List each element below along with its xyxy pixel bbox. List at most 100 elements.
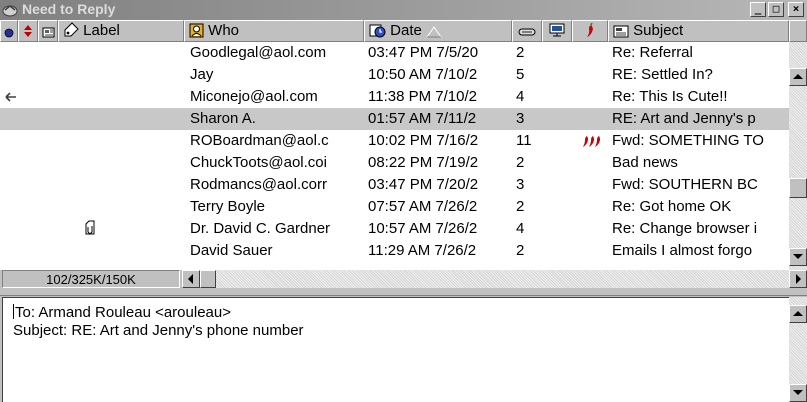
message-row[interactable]: David Sauer 11:29 AM 7/26/2 2 Emails I almo… (0, 240, 789, 262)
attachment-cell (84, 64, 104, 86)
mood-cell (582, 64, 606, 86)
priority-column-header[interactable] (18, 20, 38, 42)
size-cell: 3 (516, 110, 525, 127)
preview-to-text: To: Armand Rouleau <arouleau> (15, 304, 231, 321)
text-caret (13, 304, 14, 319)
mood-cell (582, 174, 606, 196)
who-column-header[interactable]: Who (184, 20, 364, 42)
header-filler (789, 20, 807, 42)
subject-cell: Emails I almost forgo (612, 242, 753, 259)
subject-envelope-icon (613, 25, 629, 38)
subject-column-header[interactable]: Subject (608, 20, 789, 42)
close-button[interactable]: × (788, 2, 804, 17)
preview-scroll-down-button[interactable] (789, 384, 807, 402)
date-cell: 10:57 AM 7/26/2 (368, 220, 478, 237)
message-row[interactable]: Terry Boyle 07:57 AM 7/26/2 2 Re: Got home … (0, 196, 789, 218)
scroll-down-button[interactable] (789, 248, 807, 266)
message-row[interactable]: Dr. David C. Gardner 10:57 AM 7/26/2 4 Re: … (0, 218, 789, 240)
mailbox-size-status: 102/325K/150K (2, 270, 180, 288)
arrow-down-icon (793, 390, 803, 395)
size-cell: 4 (516, 88, 525, 105)
pane-splitter[interactable] (0, 288, 807, 296)
sort-ascending-icon (426, 26, 442, 38)
size-cell: 2 (516, 44, 525, 61)
mood-cell (582, 152, 606, 174)
priority-icon (24, 25, 32, 37)
status-cell (18, 108, 38, 130)
arrow-down-icon (793, 254, 803, 259)
size-column-header[interactable] (512, 20, 542, 42)
size-cell: 11 (516, 132, 532, 149)
scroll-thumb[interactable] (789, 178, 807, 198)
size-cell: 2 (516, 242, 525, 259)
status-cell (18, 218, 38, 240)
preview-pane[interactable]: To: Armand Rouleau <arouleau> Subject: R… (2, 297, 789, 402)
date-cell: 03:47 PM 7/5/20 (368, 44, 479, 61)
minimize-button[interactable]: _ (750, 2, 766, 17)
message-row[interactable]: Rodmancs@aol.corr 03:47 PM 7/20/2 3 Fwd: SO… (0, 174, 789, 196)
label-column-header[interactable]: Label (58, 20, 184, 42)
preview-to-line: To: Armand Rouleau <arouleau> (13, 304, 789, 322)
who-cell: Sharon A. (190, 110, 256, 127)
message-list-vertical-scrollbar[interactable] (789, 42, 807, 270)
status-cell (18, 42, 38, 64)
size-cell: 2 (516, 198, 525, 215)
message-row[interactable]: ROBoardman@aol.c 10:02 PM 7/16/2 11 Fwd: SO… (0, 130, 789, 152)
who-person-icon (189, 23, 204, 38)
attachment-cell (84, 42, 104, 64)
status-dot-icon (4, 28, 14, 38)
replied-arrow-icon (5, 92, 16, 102)
attachment-cell (84, 240, 104, 262)
subject-cell: Fwd: SOMETHING TO (612, 132, 764, 149)
attachment-column-header[interactable] (38, 20, 58, 42)
attachment-cell (84, 218, 104, 240)
message-row[interactable]: ChuckToots@aol.coi 08:22 PM 7/19/2 2 Bad ne… (0, 152, 789, 174)
status-cell (18, 174, 38, 196)
mood-cell (582, 240, 606, 262)
maximize-button[interactable]: □ (768, 2, 784, 17)
horizontal-scroll-thumb[interactable] (200, 270, 216, 288)
status-bar: 102/325K/150K (0, 270, 807, 288)
date-column-header[interactable]: Date (364, 20, 512, 42)
who-cell: ROBoardman@aol.c (190, 132, 329, 149)
horizontal-scrollbar[interactable] (182, 270, 807, 288)
scroll-right-button[interactable] (789, 270, 807, 288)
attachment-cell (84, 196, 104, 218)
subject-cell: Re: This Is Cute!! (612, 88, 728, 105)
arrow-left-icon (188, 274, 193, 284)
status-cell (18, 152, 38, 174)
subject-cell: RE: Settled In? (612, 66, 713, 83)
label-header-text: Label (83, 22, 120, 39)
date-cell: 08:22 PM 7/19/2 (368, 154, 479, 171)
arrow-up-icon (793, 74, 803, 79)
arrow-right-icon (796, 274, 801, 284)
mood-column-header[interactable] (572, 20, 608, 42)
message-row[interactable]: Jay 10:50 AM 7/10/2 5 RE: Settled In? (0, 64, 789, 86)
size-icon (518, 28, 536, 36)
subject-cell: Re: Referral (612, 44, 693, 61)
message-row[interactable]: Goodlegal@aol.com 03:47 PM 7/5/20 2 Re: Ref… (0, 42, 789, 64)
date-cell: 11:38 PM 7/10/2 (368, 88, 477, 105)
date-cell: 03:47 PM 7/20/2 (368, 176, 479, 193)
window-title: Need to Reply (22, 1, 116, 17)
status-column-header[interactable] (0, 20, 18, 42)
scroll-left-button[interactable] (182, 270, 200, 288)
who-cell: Dr. David C. Gardner (190, 220, 331, 237)
date-cell: 07:57 AM 7/26/2 (368, 198, 478, 215)
size-cell: 2 (516, 154, 525, 171)
attachment-cell (84, 130, 104, 152)
preview-vertical-scrollbar[interactable] (789, 297, 807, 402)
who-cell: Miconejo@aol.com (190, 88, 318, 105)
preview-scroll-up-button[interactable] (789, 305, 807, 323)
server-column-header[interactable] (542, 20, 572, 42)
subject-cell: Bad news (612, 154, 678, 171)
scroll-up-button[interactable] (789, 68, 807, 86)
title-bar[interactable]: Need to Reply _ □ × (0, 0, 807, 20)
message-row[interactable]: Miconejo@aol.com 11:38 PM 7/10/2 4 Re: This… (0, 86, 789, 108)
status-cell (18, 64, 38, 86)
message-row[interactable]: Sharon A. 01:57 AM 7/11/2 3 RE: Art and Jen… (0, 108, 789, 130)
attachment-cell (84, 152, 104, 174)
status-cell (18, 130, 38, 152)
who-cell: Terry Boyle (190, 198, 266, 215)
who-cell: Jay (190, 66, 214, 83)
